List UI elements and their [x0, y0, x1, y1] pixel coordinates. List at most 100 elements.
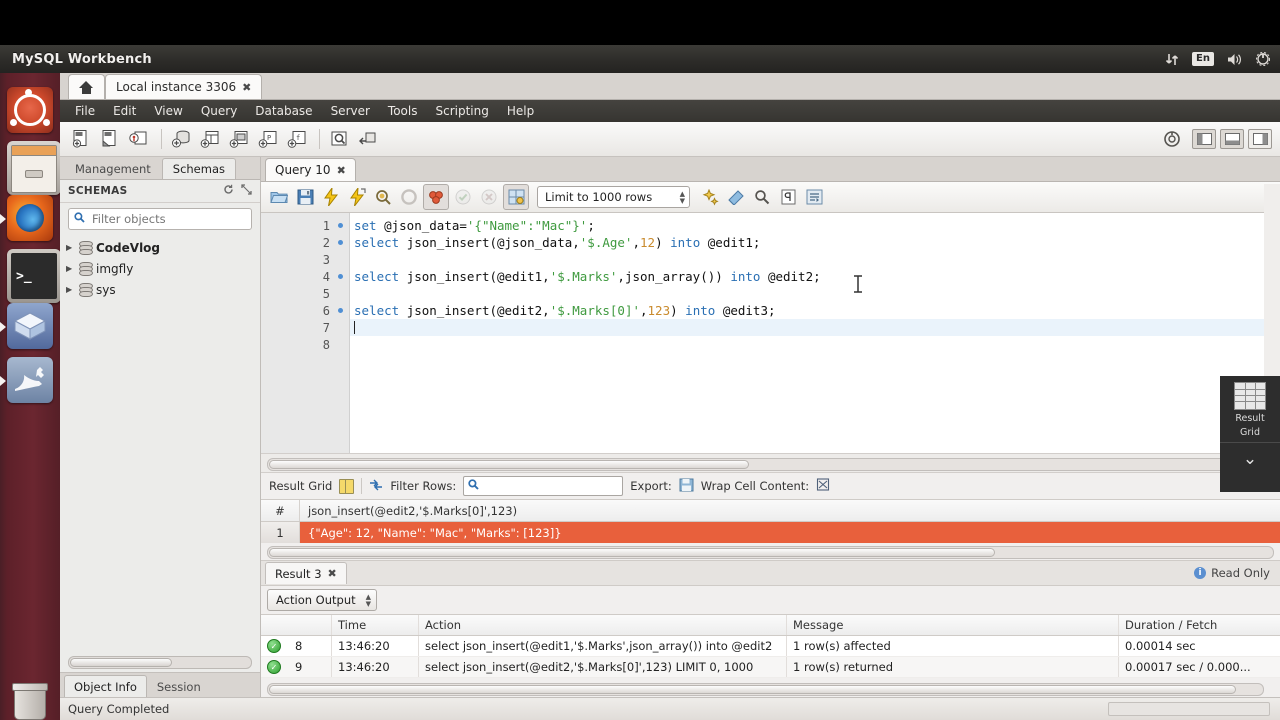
- column-header-rownum[interactable]: #: [261, 500, 300, 521]
- beautify-icon[interactable]: [698, 185, 722, 209]
- stop-icon[interactable]: [397, 185, 421, 209]
- open-connection-icon[interactable]: [126, 126, 152, 152]
- result-grid-side-panel[interactable]: Result Grid ⌄: [1220, 376, 1280, 492]
- column-header-time[interactable]: Time: [331, 615, 418, 635]
- network-updown-icon[interactable]: [1165, 53, 1179, 66]
- editor-horizontal-scrollbar[interactable]: [261, 454, 1280, 473]
- schema-item-codevlog[interactable]: ▶ CodeVlog: [60, 237, 260, 258]
- search-data-icon[interactable]: [326, 126, 352, 152]
- row-limit-dropdown[interactable]: Limit to 1000 rows ▲ ▼: [537, 186, 690, 208]
- column-header-duration[interactable]: Duration / Fetch: [1118, 615, 1280, 635]
- open-script-icon[interactable]: [267, 185, 291, 209]
- action-output-hscrollbar[interactable]: [261, 678, 1280, 697]
- chevron-right-icon[interactable]: ▶: [66, 264, 74, 273]
- chevron-right-icon[interactable]: ▶: [66, 243, 74, 252]
- new-table-icon[interactable]: [197, 126, 223, 152]
- action-output-selector[interactable]: Action Output ▲ ▼: [267, 589, 378, 611]
- filter-rows-input[interactable]: [483, 478, 619, 494]
- code-line-1[interactable]: set @json_data='{"Name":"Mac"}';: [350, 217, 1280, 234]
- sidebar-hscrollbar[interactable]: [60, 654, 260, 672]
- menu-query[interactable]: Query: [192, 100, 246, 122]
- wrap-cell-content-icon[interactable]: [816, 478, 830, 494]
- tab-local-instance-3306[interactable]: Local instance 3306 ✖: [105, 74, 263, 99]
- launcher-trash-icon[interactable]: [7, 674, 53, 720]
- launcher-ubuntu-dash-icon[interactable]: [7, 87, 53, 133]
- close-icon[interactable]: ✖: [242, 81, 251, 94]
- result-horizontal-scrollbar[interactable]: [261, 543, 1280, 560]
- save-script-icon[interactable]: [293, 185, 317, 209]
- column-header-message[interactable]: Message: [786, 615, 1118, 635]
- new-function-icon[interactable]: f: [284, 126, 310, 152]
- code-line-3[interactable]: [350, 251, 1280, 268]
- action-output-row[interactable]: ✓ 9 13:46:20 select json_insert(@edit2,'…: [261, 657, 1280, 678]
- rollback-icon[interactable]: [477, 185, 501, 209]
- open-sql-script-icon[interactable]: [97, 126, 123, 152]
- code-line-4[interactable]: select json_insert(@edit1,'$.Marks',json…: [350, 268, 1280, 285]
- filter-toggle-icon[interactable]: [369, 479, 383, 494]
- scrollbar-thumb[interactable]: [269, 548, 995, 557]
- chevron-down-icon[interactable]: ⌄: [1243, 449, 1257, 469]
- reconnect-icon[interactable]: [355, 126, 381, 152]
- statement-marker-icon[interactable]: [338, 240, 343, 245]
- power-gear-icon[interactable]: [1256, 52, 1270, 66]
- code-line-5[interactable]: [350, 285, 1280, 302]
- column-header-expression[interactable]: json_insert(@edit2,'$.Marks[0]',123): [300, 500, 1280, 521]
- keyboard-layout-indicator[interactable]: En: [1192, 52, 1214, 66]
- filter-objects-input[interactable]: [90, 211, 246, 227]
- explain-icon[interactable]: [371, 185, 395, 209]
- execute-icon[interactable]: [319, 185, 343, 209]
- menu-server[interactable]: Server: [322, 100, 379, 122]
- tab-home[interactable]: [68, 74, 105, 99]
- launcher-terminal-icon[interactable]: >_: [7, 249, 61, 303]
- toggle-query-stop-icon[interactable]: [423, 184, 449, 210]
- code-line-2[interactable]: select json_insert(@json_data,'$.Age',12…: [350, 234, 1280, 251]
- refresh-icon[interactable]: [223, 184, 234, 198]
- sidebar-tab-schemas[interactable]: Schemas: [161, 158, 236, 179]
- expand-icon[interactable]: [241, 184, 252, 198]
- sidebar-tab-management[interactable]: Management: [64, 158, 162, 179]
- tab-query-10[interactable]: Query 10 ✖: [265, 158, 356, 181]
- launcher-firefox-icon[interactable]: [7, 195, 53, 241]
- statement-marker-icon[interactable]: [338, 223, 343, 228]
- sidebar-tab-session[interactable]: Session: [147, 675, 211, 697]
- sidebar-tab-object-info[interactable]: Object Info: [64, 675, 147, 697]
- table-row[interactable]: 1 {"Age": 12, "Name": "Mac", "Marks": [1…: [261, 522, 1280, 543]
- volume-icon[interactable]: [1227, 53, 1243, 66]
- autocommit-icon[interactable]: [503, 184, 529, 210]
- find-icon[interactable]: [750, 185, 774, 209]
- code-line-7[interactable]: [350, 319, 1280, 336]
- menu-help[interactable]: Help: [498, 100, 543, 122]
- sql-editor[interactable]: 12345678 set @json_data='{"Name":"Mac"}'…: [261, 213, 1280, 454]
- execute-current-statement-icon[interactable]: [345, 185, 369, 209]
- launcher-virtualbox-icon[interactable]: [7, 303, 53, 349]
- menu-tools[interactable]: Tools: [379, 100, 427, 122]
- code-line-8[interactable]: [350, 336, 1280, 353]
- menu-view[interactable]: View: [145, 100, 191, 122]
- tab-result-3[interactable]: Result 3 ✖: [265, 562, 347, 584]
- launcher-files-icon[interactable]: [7, 141, 61, 195]
- new-sql-tab-icon[interactable]: [68, 126, 94, 152]
- result-cell-value[interactable]: {"Age": 12, "Name": "Mac", "Marks": [123…: [300, 522, 1280, 543]
- statement-marker-icon[interactable]: [338, 274, 343, 279]
- chevron-right-icon[interactable]: ▶: [66, 285, 74, 294]
- menu-edit[interactable]: Edit: [104, 100, 145, 122]
- spinner-icon[interactable]: ▲ ▼: [680, 190, 685, 204]
- filter-rows-box[interactable]: [463, 476, 624, 496]
- close-icon[interactable]: ✖: [328, 567, 337, 580]
- code-line-6[interactable]: select json_insert(@edit2,'$.Marks[0]',1…: [350, 302, 1280, 319]
- statement-marker-icon[interactable]: [338, 308, 343, 313]
- menu-scripting[interactable]: Scripting: [426, 100, 497, 122]
- new-view-icon[interactable]: [226, 126, 252, 152]
- menu-database[interactable]: Database: [246, 100, 321, 122]
- editor-code-area[interactable]: set @json_data='{"Name":"Mac"}'; select j…: [350, 213, 1280, 453]
- result-grid-icon[interactable]: [1234, 382, 1266, 410]
- scrollbar-thumb[interactable]: [269, 459, 749, 469]
- spinner-icon[interactable]: ▲ ▼: [366, 593, 371, 607]
- column-header-action[interactable]: Action: [418, 615, 786, 635]
- filter-objects-box[interactable]: [68, 208, 252, 230]
- server-status-icon[interactable]: [1159, 126, 1185, 152]
- wrap-lines-icon[interactable]: [802, 185, 826, 209]
- schema-item-sys[interactable]: ▶ sys: [60, 279, 260, 300]
- clear-icon[interactable]: [724, 185, 748, 209]
- toggle-secondary-sidebar-icon[interactable]: [1248, 129, 1272, 149]
